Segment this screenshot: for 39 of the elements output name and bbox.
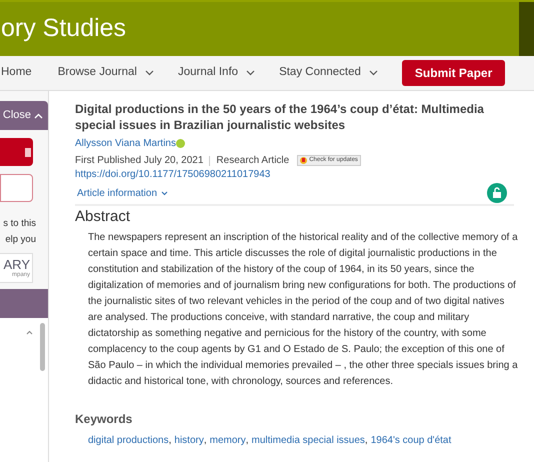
article-info-link[interactable]: Article information — [77, 186, 168, 200]
nav-item[interactable]: Home — [1, 64, 32, 82]
keyword-link[interactable]: history — [174, 433, 204, 448]
section-header-bar — [0, 289, 48, 318]
article-title: Digital productions in the 50 years of the 1964’s coup d’état: Multimedia special issues in Brazilian journalistic websites — [75, 101, 485, 133]
nav-item[interactable]: Journal Info — [178, 64, 256, 82]
close-button[interactable]: Close — [0, 101, 48, 130]
author-link[interactable]: Allysson Viana Martins — [75, 136, 176, 151]
outlined-field[interactable] — [0, 174, 33, 202]
keyword-link[interactable]: digital productions — [88, 433, 169, 448]
keyword-link[interactable]: memory — [210, 433, 246, 448]
logo-name: ARY — [4, 258, 30, 272]
banner-strip — [519, 2, 534, 56]
journal-title[interactable]: ory Studies — [1, 10, 519, 48]
doi-link[interactable]: https://doi.org/10.1177/17506980211017943 — [75, 168, 524, 181]
abstract-heading: Abstract — [75, 208, 132, 226]
keyword-separator: , — [168, 434, 172, 448]
keyword-separator: , — [364, 434, 368, 448]
orcid-icon[interactable] — [176, 139, 185, 148]
sidebar-text: elp you — [5, 233, 36, 247]
nav-item[interactable]: Stay Connected — [279, 64, 378, 82]
keyword-link[interactable]: 1964's coup d'état — [370, 433, 452, 448]
scrollbar-thumb[interactable] — [40, 323, 45, 371]
keywords-heading: Keywords — [75, 412, 134, 426]
sidebar-text: s to this — [3, 217, 36, 231]
keyword-separator: , — [246, 434, 249, 448]
nav-item[interactable]: Browse Journal — [58, 64, 154, 82]
article-type: Research Article — [216, 154, 290, 168]
submit-paper-button[interactable]: Submit Paper — [402, 60, 506, 86]
bookmark-icon — [300, 157, 308, 164]
chevron-up-icon[interactable] — [26, 330, 33, 335]
publish-date: First Published July 20, 2021 — [75, 154, 204, 168]
abstract-text: The newspapers represent an inscription of the historical reality and of the collective memory of a certain space and time. This article discusses the role of digital journalistic productions in the constitution and stabilization of the history of the coup of 1964, in its 50 years, since the digitalization of memories and of journalism bring new configurations for both. The productions of the journalistic sites of two relevant vehicles in the period of the coup and of two digital natives are analysed. The productions conceive, with standard narrative, the coup and military dictatorship as something negative and pernicious for the history of the country, with some complacency to the coup agents by G1 and O Estado de S. Paulo; the exception of this one of São Paulo – in which the individual memories prevailed – , the other three specials issues bring a didactic and historical tone, with chronology, sources and references. — [87, 231, 519, 389]
open-lock-icon[interactable] — [487, 183, 507, 203]
chevron-up-icon — [34, 112, 43, 118]
access-button[interactable] — [0, 138, 33, 166]
keyword-link[interactable]: multimedia special issues — [252, 433, 365, 448]
keyword-separator: , — [204, 434, 207, 448]
chevron-down-icon — [161, 190, 168, 196]
